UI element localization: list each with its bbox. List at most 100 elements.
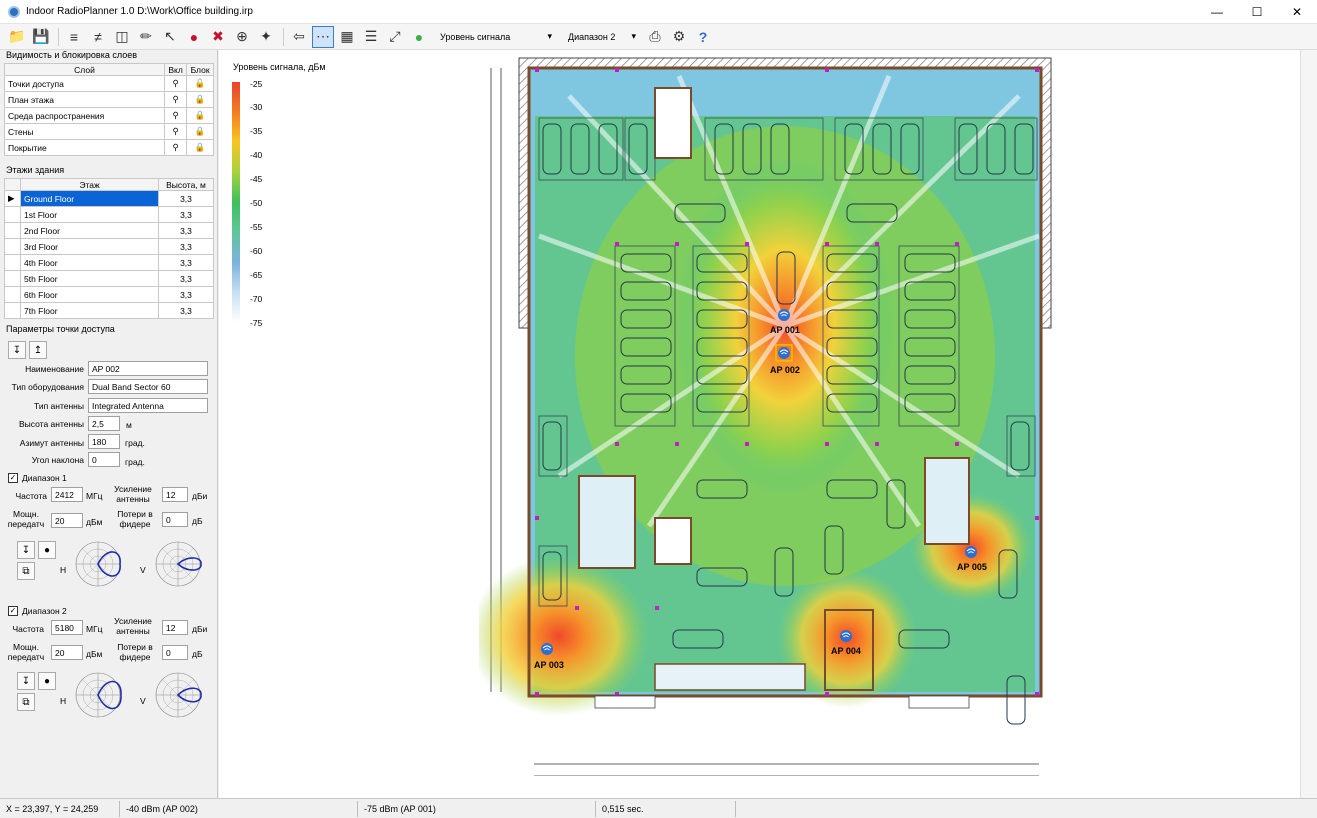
equip-input[interactable]: Dual Band Sector 60 <box>88 379 208 394</box>
layer-row[interactable]: Стены ⚲ 🔒 <box>4 123 214 140</box>
layer-row[interactable]: Среда распространения ⚲ 🔒 <box>4 107 214 124</box>
lock-icon[interactable]: 🔒 <box>186 139 214 156</box>
tilt-input[interactable]: 0 <box>88 452 120 467</box>
band1-loss-input[interactable]: 0 <box>162 512 188 527</box>
band2-h-pattern <box>75 672 122 718</box>
band1-freq-input[interactable]: 2412 <box>51 487 83 502</box>
layers-icon[interactable]: ☰ <box>360 26 382 48</box>
settings-gear-icon[interactable]: ⚙ <box>668 26 690 48</box>
band2-loss-input[interactable]: 0 <box>162 645 188 660</box>
legend-level: -30 <box>250 102 263 112</box>
bulb-icon[interactable]: ⚲ <box>163 139 188 156</box>
legend-level: -25 <box>250 79 263 89</box>
fit-screen-icon[interactable]: ⤢ <box>384 26 406 48</box>
band2-checkbox[interactable]: ✓ <box>8 606 18 616</box>
antenna-input[interactable]: Integrated Antenna <box>88 398 208 413</box>
plan-canvas[interactable]: Уровень сигнала, дБм -25 -30 -35 -40 -45… <box>219 50 1317 798</box>
ruler-icon[interactable]: ✏ <box>135 26 157 48</box>
add-wall-icon[interactable]: ≡ <box>63 26 85 48</box>
vertical-scrollbar[interactable] <box>1300 50 1317 798</box>
signal-type-dropdown[interactable]: Уровень сигнала ▾ <box>436 27 556 47</box>
ap-name-input[interactable]: AP 002 <box>88 361 208 376</box>
bulb-icon[interactable]: ⚲ <box>163 107 188 124</box>
close-icon[interactable]: ✕ <box>1277 0 1317 24</box>
second-signal: -75 dBm (AP 001) <box>358 800 596 817</box>
ap-params-title: Параметры точки доступа <box>6 324 115 334</box>
band1-3d-pattern-icon[interactable]: ● <box>38 541 56 559</box>
cursor-coords: X = 23,397, Y = 24,259 <box>0 800 120 817</box>
layer-name: Стены <box>4 123 165 140</box>
ap-label: AP 003 <box>534 660 564 670</box>
band2-power-input[interactable]: 20 <box>51 645 83 660</box>
export-icon[interactable]: ↥ <box>29 341 47 359</box>
node-icon[interactable]: ✦ <box>255 26 277 48</box>
color-palette-icon[interactable]: ● <box>408 26 430 48</box>
legend-level: -35 <box>250 126 263 136</box>
floor-row[interactable]: 3rd Floor 3,3 <box>4 238 214 255</box>
grid-snap-icon[interactable]: ⋯ <box>312 25 334 48</box>
layer-row[interactable]: Покрытие ⚲ 🔒 <box>4 139 214 156</box>
floor-name: 6th Floor <box>20 286 159 303</box>
lock-icon[interactable]: 🔒 <box>186 91 214 108</box>
bulb-icon[interactable]: ⚲ <box>163 91 188 108</box>
band2-freq-input[interactable]: 5180 <box>51 620 83 635</box>
best-signal: -40 dBm (AP 002) <box>120 800 358 817</box>
add-ap-icon[interactable]: ● <box>183 26 205 48</box>
floor-row[interactable]: 6th Floor 3,3 <box>4 286 214 303</box>
layer-row[interactable]: Точки доступа ⚲ 🔓 <box>4 75 214 92</box>
band1-power-input[interactable]: 20 <box>51 513 83 528</box>
band1-gain-label: Усиление антенны <box>114 484 152 504</box>
band2-import-pattern-icon[interactable]: ↧ <box>17 672 35 690</box>
bulb-icon[interactable]: ⚲ <box>163 123 188 140</box>
floor-row[interactable]: 2nd Floor 3,3 <box>4 222 214 239</box>
band1-checkbox[interactable]: ✓ <box>8 473 18 483</box>
legend-level: -40 <box>250 150 263 160</box>
save-icon[interactable]: 💾 <box>30 26 52 48</box>
floor-row[interactable]: ▶ Ground Floor 3,3 <box>4 190 214 207</box>
band-dropdown[interactable]: Диапазон 2 ▾ <box>564 27 640 47</box>
floors-table: Этаж Высота, м ▶ Ground Floor 3,3 1st Floo… <box>4 178 214 319</box>
add-node-icon[interactable]: ⊕ <box>231 26 253 48</box>
help-icon[interactable]: ? <box>692 26 714 48</box>
bulb-icon[interactable]: ⚲ <box>163 75 188 92</box>
band1-gain-input[interactable]: 12 <box>162 487 188 502</box>
delete-wall-icon[interactable]: ≠ <box>87 26 109 48</box>
azimuth-input[interactable]: 180 <box>88 434 120 449</box>
floor-plan[interactable]: AP 001 AP 002 AP 003 AP 004 AP 005 <box>479 56 1059 776</box>
delete-ap-icon[interactable]: ✖ <box>207 26 229 48</box>
legend-color-bar <box>232 82 240 322</box>
floor-row[interactable]: 1st Floor 3,3 <box>4 206 214 223</box>
floor-height: 3,3 <box>158 270 214 287</box>
unlock-icon[interactable]: 🔓 <box>186 75 214 92</box>
band2-copy-icon[interactable]: ⧉ <box>17 693 35 711</box>
maximize-icon[interactable]: ☐ <box>1237 0 1277 24</box>
import-icon[interactable]: ↧ <box>8 341 26 359</box>
status-bar: X = 23,397, Y = 24,259 -40 dBm (AP 002) … <box>0 798 1317 818</box>
layer-row[interactable]: План этажа ⚲ 🔒 <box>4 91 214 108</box>
area-icon[interactable]: ◫ <box>111 26 133 48</box>
entrance <box>908 695 970 709</box>
open-folder-icon[interactable]: 📁 <box>6 26 28 48</box>
lock-icon[interactable]: 🔒 <box>186 107 214 124</box>
layer-name: Точки доступа <box>4 75 165 92</box>
grid-icon[interactable]: ▦ <box>336 26 358 48</box>
band2-gain-label: Усиление антенны <box>114 616 152 636</box>
lock-icon[interactable]: 🔒 <box>186 123 214 140</box>
band2-3d-pattern-icon[interactable]: ● <box>38 672 56 690</box>
band1-copy-icon[interactable]: ⧉ <box>17 562 35 580</box>
back-arrow-icon[interactable]: ⇦ <box>288 26 310 48</box>
floor-row[interactable]: 7th Floor 3,3 <box>4 302 214 319</box>
pointer-icon[interactable]: ↖ <box>159 26 181 48</box>
print-icon[interactable]: ⎙ <box>644 26 666 48</box>
band2-gain-input[interactable]: 12 <box>162 620 188 635</box>
floor-row[interactable]: 4th Floor 3,3 <box>4 254 214 271</box>
entrance <box>594 695 656 709</box>
left-panel: Видимость и блокировка слоев Слой Вкл Бл… <box>0 50 218 798</box>
height-input[interactable]: 2,5 <box>88 416 120 431</box>
calc-time: 0,515 sec. <box>596 800 736 817</box>
floor-name: 5th Floor <box>20 270 159 287</box>
band1-import-pattern-icon[interactable]: ↧ <box>17 541 35 559</box>
floor-row[interactable]: 5th Floor 3,3 <box>4 270 214 287</box>
elevator <box>654 517 692 565</box>
minimize-icon[interactable]: — <box>1197 0 1237 24</box>
